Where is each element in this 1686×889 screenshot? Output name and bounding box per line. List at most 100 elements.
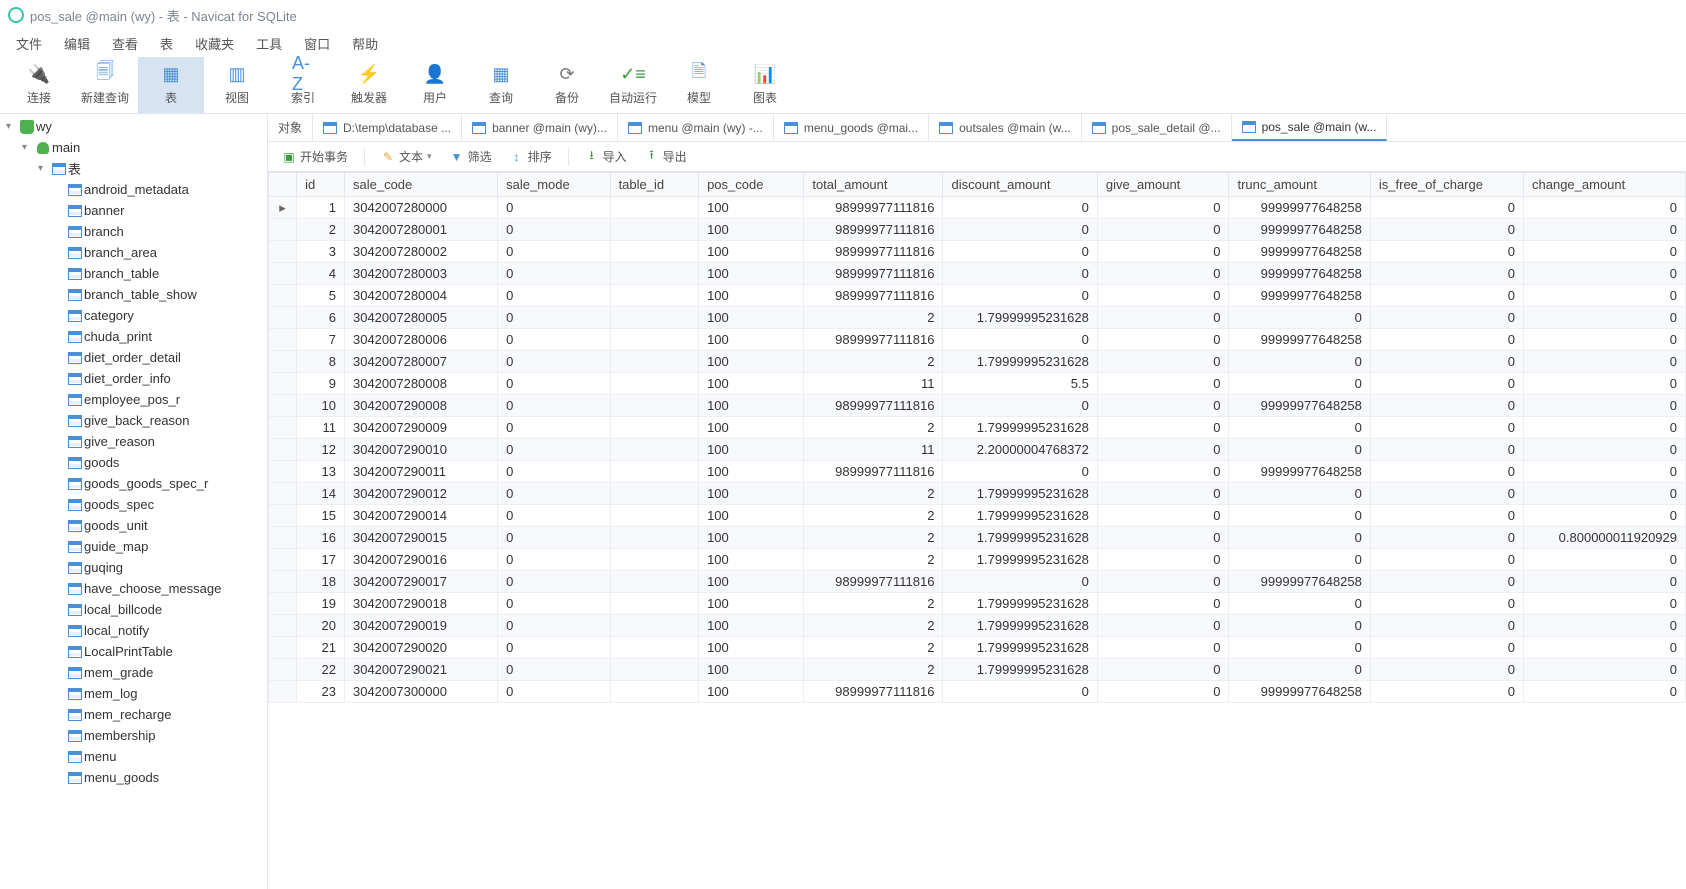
cell-sale_mode[interactable]: 0 bbox=[498, 461, 610, 483]
row-indicator[interactable] bbox=[269, 681, 297, 703]
tree-table-employee_pos_r[interactable]: employee_pos_r bbox=[0, 389, 267, 410]
cell-is_free_of_charge[interactable]: 0 bbox=[1370, 263, 1523, 285]
sidebar[interactable]: ▾wy▾main▾表android_metadatabannerbranchbr… bbox=[0, 114, 268, 889]
toolbar-model[interactable]: 🗎模型 bbox=[666, 57, 732, 113]
cell-pos_code[interactable]: 100 bbox=[699, 351, 804, 373]
cell-give_amount[interactable]: 0 bbox=[1097, 219, 1229, 241]
toolbar-auto[interactable]: ✓≡自动运行 bbox=[600, 57, 666, 113]
tree-toggle-icon[interactable]: ▾ bbox=[22, 142, 34, 153]
cell-table_id[interactable] bbox=[610, 417, 699, 439]
cell-sale_code[interactable]: 3042007290009 bbox=[344, 417, 497, 439]
cell-id[interactable]: 19 bbox=[297, 593, 345, 615]
table-row[interactable]: 83042007280007010021.799999952316280000 bbox=[269, 351, 1686, 373]
cell-table_id[interactable] bbox=[610, 439, 699, 461]
cell-give_amount[interactable]: 0 bbox=[1097, 417, 1229, 439]
cell-id[interactable]: 16 bbox=[297, 527, 345, 549]
cell-change_amount[interactable]: 0 bbox=[1524, 505, 1686, 527]
cell-total_amount[interactable]: 98999977111816 bbox=[804, 329, 943, 351]
cell-is_free_of_charge[interactable]: 0 bbox=[1370, 439, 1523, 461]
cell-sale_mode[interactable]: 0 bbox=[498, 681, 610, 703]
tree-table-guide_map[interactable]: guide_map bbox=[0, 536, 267, 557]
cell-table_id[interactable] bbox=[610, 395, 699, 417]
cell-give_amount[interactable]: 0 bbox=[1097, 637, 1229, 659]
tab-4[interactable]: menu_goods @mai... bbox=[774, 114, 929, 141]
cell-is_free_of_charge[interactable]: 0 bbox=[1370, 219, 1523, 241]
cell-discount_amount[interactable]: 0 bbox=[943, 571, 1097, 593]
cell-trunc_amount[interactable]: 0 bbox=[1229, 615, 1370, 637]
cell-discount_amount[interactable]: 1.79999995231628 bbox=[943, 307, 1097, 329]
cell-give_amount[interactable]: 0 bbox=[1097, 461, 1229, 483]
cell-pos_code[interactable]: 100 bbox=[699, 219, 804, 241]
cell-sale_mode[interactable]: 0 bbox=[498, 505, 610, 527]
cell-sale_mode[interactable]: 0 bbox=[498, 593, 610, 615]
cell-table_id[interactable] bbox=[610, 571, 699, 593]
cell-is_free_of_charge[interactable]: 0 bbox=[1370, 527, 1523, 549]
cell-is_free_of_charge[interactable]: 0 bbox=[1370, 197, 1523, 219]
cell-pos_code[interactable]: 100 bbox=[699, 659, 804, 681]
cell-give_amount[interactable]: 0 bbox=[1097, 681, 1229, 703]
cell-sale_code[interactable]: 3042007290010 bbox=[344, 439, 497, 461]
cell-sale_mode[interactable]: 0 bbox=[498, 197, 610, 219]
col-give_amount[interactable]: give_amount bbox=[1097, 173, 1229, 197]
cell-sale_code[interactable]: 3042007280007 bbox=[344, 351, 497, 373]
cell-table_id[interactable] bbox=[610, 659, 699, 681]
cell-trunc_amount[interactable]: 0 bbox=[1229, 637, 1370, 659]
toolbar-table[interactable]: ▦表 bbox=[138, 57, 204, 113]
cell-sale_code[interactable]: 3042007290011 bbox=[344, 461, 497, 483]
table-row[interactable]: ▸130420072800000100989999771118160099999… bbox=[269, 197, 1686, 219]
cell-sale_mode[interactable]: 0 bbox=[498, 637, 610, 659]
cell-discount_amount[interactable]: 1.79999995231628 bbox=[943, 659, 1097, 681]
cell-give_amount[interactable]: 0 bbox=[1097, 329, 1229, 351]
cell-table_id[interactable] bbox=[610, 461, 699, 483]
cell-id[interactable]: 17 bbox=[297, 549, 345, 571]
cell-pos_code[interactable]: 100 bbox=[699, 615, 804, 637]
cell-change_amount[interactable]: 0 bbox=[1524, 263, 1686, 285]
cell-pos_code[interactable]: 100 bbox=[699, 395, 804, 417]
cell-total_amount[interactable]: 98999977111816 bbox=[804, 197, 943, 219]
tree-table-menu[interactable]: menu bbox=[0, 746, 267, 767]
row-indicator[interactable] bbox=[269, 483, 297, 505]
row-indicator[interactable] bbox=[269, 307, 297, 329]
table-row[interactable]: 1330420072900110100989999771118160099999… bbox=[269, 461, 1686, 483]
cell-give_amount[interactable]: 0 bbox=[1097, 285, 1229, 307]
cell-sale_mode[interactable]: 0 bbox=[498, 263, 610, 285]
row-indicator[interactable] bbox=[269, 241, 297, 263]
cell-give_amount[interactable]: 0 bbox=[1097, 593, 1229, 615]
cell-trunc_amount[interactable]: 0 bbox=[1229, 505, 1370, 527]
table-row[interactable]: 193042007290018010021.799999952316280000 bbox=[269, 593, 1686, 615]
cell-pos_code[interactable]: 100 bbox=[699, 417, 804, 439]
cell-total_amount[interactable]: 2 bbox=[804, 417, 943, 439]
tree-toggle-icon[interactable]: ▾ bbox=[38, 163, 50, 174]
cell-give_amount[interactable]: 0 bbox=[1097, 307, 1229, 329]
tree-table-goods_spec[interactable]: goods_spec bbox=[0, 494, 267, 515]
cell-pos_code[interactable]: 100 bbox=[699, 461, 804, 483]
cell-is_free_of_charge[interactable]: 0 bbox=[1370, 637, 1523, 659]
cell-discount_amount[interactable]: 0 bbox=[943, 219, 1097, 241]
cell-id[interactable]: 1 bbox=[297, 197, 345, 219]
cell-sale_mode[interactable]: 0 bbox=[498, 483, 610, 505]
col-sale_mode[interactable]: sale_mode bbox=[498, 173, 610, 197]
row-indicator[interactable] bbox=[269, 593, 297, 615]
cell-sale_code[interactable]: 3042007290016 bbox=[344, 549, 497, 571]
cell-discount_amount[interactable]: 1.79999995231628 bbox=[943, 549, 1097, 571]
cell-id[interactable]: 9 bbox=[297, 373, 345, 395]
cell-is_free_of_charge[interactable]: 0 bbox=[1370, 681, 1523, 703]
cell-trunc_amount[interactable]: 0 bbox=[1229, 351, 1370, 373]
cell-total_amount[interactable]: 98999977111816 bbox=[804, 681, 943, 703]
toolbar-new-query[interactable]: 🗐新建查询 bbox=[72, 57, 138, 113]
tree-table-goods_goods_spec_r[interactable]: goods_goods_spec_r bbox=[0, 473, 267, 494]
toolbar-view[interactable]: ▥视图 bbox=[204, 57, 270, 113]
tab-5[interactable]: outsales @main (w... bbox=[929, 114, 1082, 141]
cell-total_amount[interactable]: 98999977111816 bbox=[804, 263, 943, 285]
cell-give_amount[interactable]: 0 bbox=[1097, 439, 1229, 461]
col-discount_amount[interactable]: discount_amount bbox=[943, 173, 1097, 197]
cell-table_id[interactable] bbox=[610, 637, 699, 659]
cell-change_amount[interactable]: 0 bbox=[1524, 285, 1686, 307]
row-indicator[interactable] bbox=[269, 637, 297, 659]
menu-4[interactable]: 收藏夹 bbox=[185, 30, 244, 57]
cell-pos_code[interactable]: 100 bbox=[699, 329, 804, 351]
cell-trunc_amount[interactable]: 99999977648258 bbox=[1229, 395, 1370, 417]
cell-sale_code[interactable]: 3042007280008 bbox=[344, 373, 497, 395]
cell-table_id[interactable] bbox=[610, 219, 699, 241]
cell-is_free_of_charge[interactable]: 0 bbox=[1370, 351, 1523, 373]
